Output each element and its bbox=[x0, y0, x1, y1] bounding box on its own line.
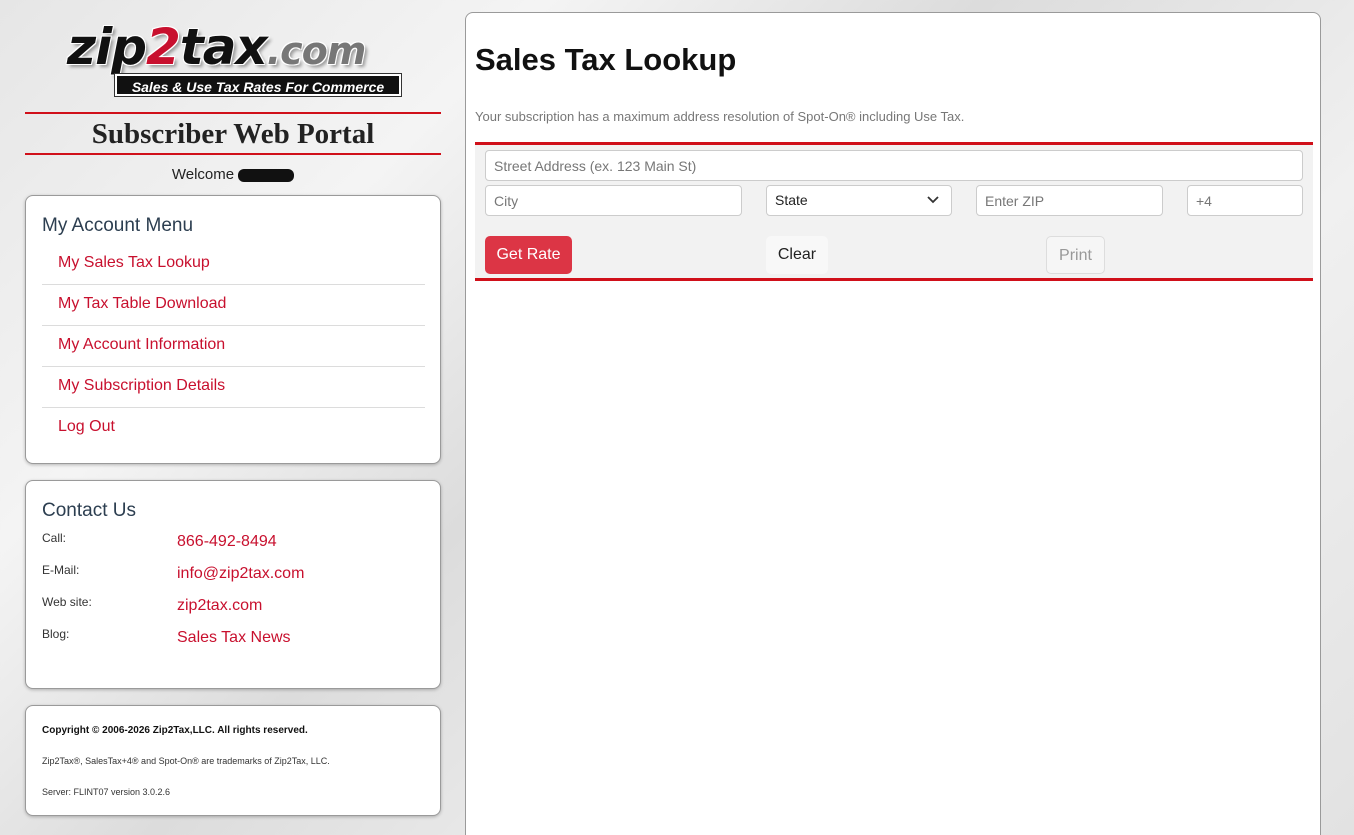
footer-card: Copyright © 2006-2026 Zip2Tax,LLC. All r… bbox=[25, 705, 441, 816]
contact-label: Web site: bbox=[42, 595, 92, 609]
contact-label: Blog: bbox=[42, 627, 70, 641]
trademark-text: Zip2Tax®, SalesTax+4® and Spot-On® are t… bbox=[42, 756, 330, 766]
email-link[interactable]: info@zip2tax.com bbox=[177, 565, 304, 583]
copyright-text: Copyright © 2006-2026 Zip2Tax,LLC. All r… bbox=[42, 725, 308, 736]
welcome-message: Welcome bbox=[25, 166, 441, 183]
menu-item-account-information[interactable]: My Account Information bbox=[42, 326, 425, 367]
contact-card: Contact Us Call: 866-492-8494 E-Mail: in… bbox=[25, 480, 441, 689]
clear-button[interactable]: Clear bbox=[766, 236, 828, 274]
menu-item-subscription-details[interactable]: My Subscription Details bbox=[42, 367, 425, 408]
page-title: Sales Tax Lookup bbox=[475, 42, 737, 77]
contact-label: Call: bbox=[42, 531, 67, 545]
contact-title: Contact Us bbox=[42, 500, 136, 521]
phone-link[interactable]: 866-492-8494 bbox=[177, 533, 277, 551]
welcome-label: Welcome bbox=[171, 166, 235, 183]
server-version-text: Server: FLINT07 version 3.0.2.6 bbox=[42, 787, 171, 797]
portal-title: Subscriber Web Portal bbox=[25, 112, 441, 155]
account-menu-title: My Account Menu bbox=[42, 215, 194, 236]
print-button[interactable]: Print bbox=[1046, 236, 1105, 274]
account-menu-card: My Account Menu My Sales Tax Lookup My T… bbox=[25, 195, 441, 464]
redacted-username bbox=[238, 168, 295, 182]
account-menu-list: My Sales Tax Lookup My Tax Table Downloa… bbox=[42, 244, 425, 449]
chevron-down-icon bbox=[927, 186, 939, 225]
logo-wordmark: zip2tax.com bbox=[67, 18, 366, 76]
menu-item-tax-table-download[interactable]: My Tax Table Download bbox=[42, 285, 425, 326]
state-select[interactable]: State bbox=[766, 185, 952, 216]
menu-item-log-out[interactable]: Log Out bbox=[42, 408, 425, 449]
city-input[interactable] bbox=[485, 185, 742, 216]
contact-row-blog: Blog: Sales Tax News bbox=[42, 627, 422, 651]
contact-row-call: Call: 866-492-8494 bbox=[42, 531, 422, 555]
get-rate-button[interactable]: Get Rate bbox=[485, 236, 572, 274]
contact-label: E-Mail: bbox=[42, 563, 80, 577]
sales-tax-lookup-panel: Sales Tax Lookup Your subscription has a… bbox=[465, 12, 1321, 835]
logo-tagline: Sales & Use Tax Rates For Commerce bbox=[115, 74, 401, 96]
contact-row-email: E-Mail: info@zip2tax.com bbox=[42, 563, 422, 587]
blog-link[interactable]: Sales Tax News bbox=[177, 629, 291, 647]
zip-input[interactable] bbox=[976, 185, 1163, 216]
contact-row-website: Web site: zip2tax.com bbox=[42, 595, 422, 619]
website-link[interactable]: zip2tax.com bbox=[177, 597, 262, 615]
lookup-form: State Get Rate Clear Print bbox=[475, 142, 1313, 281]
zip2tax-logo[interactable]: zip2tax.com Sales & Use Tax Rates For Co… bbox=[25, 18, 441, 100]
street-address-input[interactable] bbox=[485, 150, 1303, 181]
subscription-note: Your subscription has a maximum address … bbox=[475, 109, 965, 124]
state-selected-value: State bbox=[775, 192, 808, 208]
zip-plus4-input[interactable] bbox=[1187, 185, 1303, 216]
menu-item-sales-tax-lookup[interactable]: My Sales Tax Lookup bbox=[42, 244, 425, 285]
